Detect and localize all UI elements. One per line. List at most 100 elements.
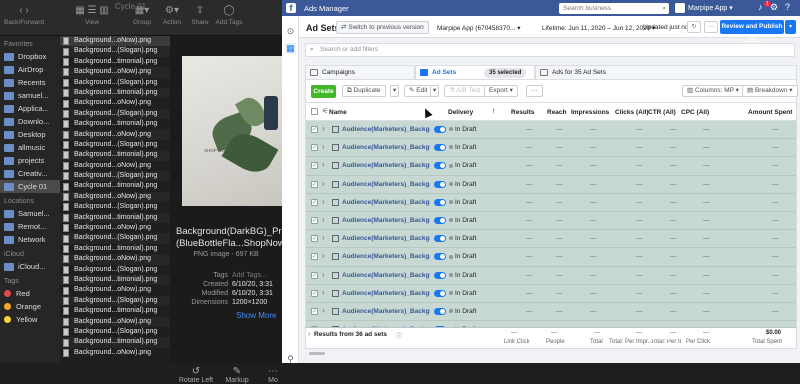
select-all-checkbox[interactable] [311,108,318,115]
file-row[interactable]: Background...(Slogan).png [60,140,170,150]
table-row[interactable]: ✓ › Audience(Marketers)_Background... In Dr… [306,121,796,140]
file-row[interactable]: Background...oNow).png [60,67,170,78]
file-row[interactable]: Background...oNow).png [60,348,170,358]
edit-button[interactable]: ✎ Edit [404,85,433,97]
sidebar-item[interactable]: samuel... [0,89,60,102]
create-button[interactable]: Create [311,85,336,98]
gear-icon[interactable]: ⚙ [770,2,778,13]
file-row[interactable]: Background...(Slogan).png [60,78,170,88]
col-name[interactable]: Name [329,109,347,116]
col-delivery[interactable]: Delivery [448,109,473,116]
adset-toggle[interactable] [434,217,446,224]
expand-chevron-icon[interactable]: › [322,251,325,260]
home-icon[interactable]: ⊙ [285,26,296,37]
duplicate-button[interactable]: ⧉ Duplicate [342,85,386,97]
switch-version-button[interactable]: ⇄ Switch to previous version [336,21,429,34]
account-switcher[interactable]: Marpipe App ▾ [675,3,733,13]
file-row[interactable]: Background...timonial).png [60,274,170,286]
adset-name-link[interactable]: Audience(Marketers)_Background... [342,144,430,151]
row-checkbox[interactable]: ✓ [311,235,318,243]
expand-chevron-icon[interactable]: › [322,124,325,133]
file-row[interactable]: Background...timonial).png [60,212,170,224]
show-more-link[interactable]: Show More [236,311,276,320]
adset-name-link[interactable]: Audience(Marketers)_Background... [342,181,430,188]
tab-ad-sets[interactable]: Ad Sets 35 selected [415,65,535,79]
help-icon[interactable]: ? [785,2,790,12]
table-row[interactable]: ✓ › Audience(Marketers)_Background... In Dr… [306,212,796,231]
columns-button[interactable]: ▥ Columns: MP ▾ [682,85,744,97]
adset-toggle[interactable] [434,126,446,133]
adset-name-link[interactable]: Audience(Marketers)_Background... [342,253,430,260]
row-checkbox[interactable]: ✓ [311,198,318,206]
file-row[interactable]: Background...(Slogan).png [60,171,170,182]
filter-search-input[interactable]: ⌕ Search or add filters [305,43,795,57]
adset-toggle[interactable] [434,253,446,261]
table-row[interactable]: ✓ › Audience(Marketers)_Background... In Dr… [306,230,796,249]
table-row[interactable]: ✓ › Audience(Marketers)_Background... In Dr… [306,303,796,322]
view-button[interactable]: ▦ ☰ ▥ View [62,3,122,26]
file-row[interactable]: Background...oNow).png [60,36,170,47]
info-icon[interactable]: ⓘ [396,331,402,340]
file-row[interactable]: Background...oNow).png [60,223,170,233]
file-row[interactable]: Background...oNow).png [60,254,170,265]
review-publish-dropdown[interactable]: ▾ [785,20,796,34]
table-row[interactable]: ✓ › Audience(Marketers)_Background... In Dr… [306,139,796,158]
row-checkbox[interactable]: ✓ [311,217,318,224]
back-forward-button[interactable]: ‹ › Back/Forward [2,3,46,26]
expand-chevron-icon[interactable]: › [322,215,325,224]
adset-toggle[interactable] [434,144,446,152]
sort-up-icon[interactable]: ↑ [492,108,496,115]
sidebar-tag-2[interactable]: Yellow [0,313,60,326]
expand-chevron-icon[interactable]: › [322,306,325,315]
file-row[interactable]: Background...(Slogan).png [60,265,170,275]
row-checkbox[interactable]: ✓ [311,289,318,297]
adset-toggle[interactable] [434,289,446,297]
review-publish-button[interactable]: Review and Publish (35) [720,20,784,44]
date-range-select[interactable]: Lifetime: Jun 11, 2020 – Jun 12, 2020 ▾ [542,24,655,32]
adset-toggle[interactable] [434,162,446,170]
tab-ads[interactable]: Ads for 35 Ad Sets [535,65,797,79]
file-row[interactable]: Background...oNow).png [60,285,170,295]
adset-name-link[interactable]: Audience(Marketers)_Background... [342,126,430,133]
export-button[interactable]: Export ▾ [484,85,518,97]
expand-chevron-icon[interactable]: › [322,142,325,151]
share-button[interactable]: ⇪ Share [189,3,211,26]
adset-toggle[interactable] [434,198,446,206]
sidebar-item[interactable]: Dropbox [0,50,60,63]
more-button[interactable]: ⋯ Mo [264,366,282,384]
sidebar-item[interactable]: Applica... [0,102,60,115]
table-row[interactable]: ✓ › Audience(Marketers)_Background... In Dr… [306,266,796,285]
expand-chevron-icon[interactable]: › [322,270,325,279]
table-row[interactable]: ✓ › Audience(Marketers)_Background... In Dr… [306,193,796,212]
sidebar-item[interactable]: projects [0,154,60,167]
file-row[interactable]: Background...timonial).png [60,150,170,161]
row-checkbox[interactable]: ✓ [311,271,318,279]
file-row[interactable]: Background...(Slogan).png [60,202,170,212]
ab-test-button[interactable]: ⚗ A/B Test [444,85,486,97]
tab-campaigns[interactable]: Campaigns [305,65,415,79]
file-row[interactable]: Background...oNow).png [60,191,170,203]
file-row[interactable]: Background...oNow).png [60,161,170,171]
action-button[interactable]: ⚙▾ Action [160,3,184,26]
table-row[interactable]: ✓ › Audience(Marketers)_Background... In Dr… [306,248,796,267]
add-tags-field[interactable]: Add Tags... [232,272,267,279]
breakdown-button[interactable]: ▤ Breakdown ▾ [742,85,798,97]
more-options-button[interactable]: ··· [704,21,718,33]
chevron-right-icon[interactable]: › [308,331,310,338]
sidebar-item[interactable]: allmusic [0,141,60,154]
file-row[interactable]: Background...timonial).png [60,57,170,67]
refresh-button[interactable]: ↻ [687,21,701,33]
duplicate-dropdown[interactable]: ▾ [390,85,400,97]
more-actions-button[interactable]: ··· [526,85,543,97]
row-checkbox[interactable]: ✓ [311,162,318,170]
facebook-logo-icon[interactable]: f [286,3,296,13]
group-button[interactable]: ▦▾ Group [130,3,154,26]
row-checkbox[interactable]: ✓ [311,126,318,133]
row-checkbox[interactable]: ✓ [311,144,318,152]
file-row[interactable]: Background...timonial).png [60,306,170,316]
table-row[interactable]: ✓ › Audience(Marketers)_Background... In Dr… [306,157,796,176]
grid-icon[interactable]: ▦ [285,43,296,54]
file-row[interactable]: Background...oNow).png [60,129,170,140]
columns-toggle-icon[interactable]: ⚟ [322,107,328,115]
add-tags-button[interactable]: ◯ Add Tags [213,3,245,26]
